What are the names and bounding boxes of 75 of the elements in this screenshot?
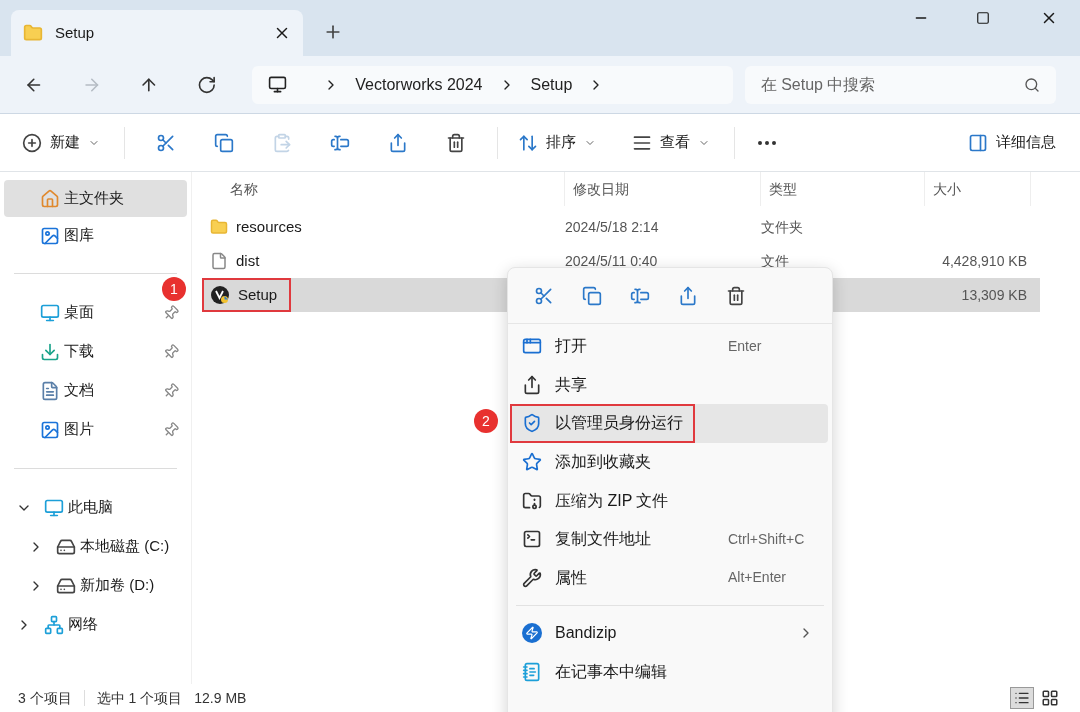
picture-icon (40, 225, 60, 246)
tab[interactable]: Setup (11, 10, 303, 56)
type-cell-text: 文件夹 (761, 217, 804, 237)
tree-item[interactable]: 新加卷 (D:) (0, 566, 191, 605)
file-name: Setup (238, 284, 278, 305)
breadcrumb-item[interactable]: Vectorworks 2024 (355, 72, 483, 97)
folder-icon (23, 23, 43, 43)
desktop-icon (40, 302, 60, 323)
size-cell-text: 13,309 KB (960, 285, 1028, 305)
file-name: resources (236, 216, 302, 237)
share-icon[interactable] (388, 132, 408, 153)
date-cell-text: 2024/5/18 2:14 (565, 217, 660, 237)
plus-icon (22, 132, 42, 153)
sidebar-item[interactable]: 图片 (4, 411, 187, 448)
file-name: dist (236, 250, 260, 271)
step-marker: 1 (162, 277, 186, 301)
path-icon (522, 529, 542, 550)
size-cell-text: 4,428,910 KB (941, 251, 1028, 271)
date-cell-text: 2024/5/11 0:40 (565, 251, 659, 271)
sidebar-item[interactable]: 下载 (4, 333, 187, 370)
computer-icon (268, 75, 288, 94)
file-icon (210, 252, 228, 270)
monitor-icon (44, 497, 64, 518)
new-button[interactable]: 新建 (22, 131, 112, 154)
sidebar-item[interactable]: 主文件夹 (4, 180, 187, 217)
selection-size: 12.9 MB (194, 688, 247, 708)
wrench-icon (522, 567, 542, 588)
window-icon (522, 336, 542, 357)
search-field[interactable]: 在 Setup 中搜索 (744, 65, 1056, 104)
copy-icon[interactable] (214, 132, 234, 153)
column-header[interactable]: 修改日期 (565, 172, 761, 206)
folder-icon (210, 218, 228, 236)
list-view-icon[interactable] (1010, 687, 1034, 709)
trash-icon[interactable] (446, 132, 466, 153)
item-count: 3 个项目 (18, 688, 72, 708)
tree-item[interactable]: 网络 (0, 605, 191, 644)
picture-icon (40, 419, 60, 440)
trash-icon[interactable] (726, 285, 746, 306)
share-icon[interactable] (678, 285, 698, 306)
shield-icon (522, 413, 542, 434)
scissors-icon[interactable] (534, 285, 554, 306)
house-icon (40, 188, 60, 209)
column-header[interactable]: 名称 (192, 172, 565, 206)
share-icon (522, 374, 542, 395)
download-icon (40, 341, 60, 362)
view-button[interactable]: 查看 (624, 131, 718, 154)
copy-icon[interactable] (582, 285, 602, 306)
app-icon (210, 285, 230, 305)
tree-item[interactable]: 本地磁盘 (C:) (0, 527, 191, 566)
document-icon (40, 380, 60, 401)
search-icon (1024, 76, 1040, 93)
panel-icon (968, 132, 988, 153)
shortcut-label: Enter (728, 336, 763, 356)
column-header[interactable]: 类型 (761, 172, 925, 206)
shortcut-label: Ctrl+Shift+C (728, 529, 806, 549)
refresh-icon[interactable] (196, 74, 217, 95)
column-header[interactable]: 大小 (925, 172, 1031, 206)
file-row[interactable]: resources 2024/5/18 2:14 文件夹 (202, 210, 1040, 244)
sidebar-item[interactable]: 图库 (4, 217, 187, 254)
address-bar[interactable]: Vectorworks 2024 Setup (252, 65, 733, 104)
scissors-icon[interactable] (156, 132, 176, 153)
details-button[interactable]: 详细信息 (968, 131, 1056, 154)
bolt-icon (522, 623, 542, 644)
step-marker: 2 (474, 409, 498, 434)
sort-button[interactable]: 排序 (510, 131, 604, 154)
star-icon (522, 452, 542, 473)
shortcut-label: Alt+Enter (728, 568, 787, 588)
tab-title: Setup (55, 22, 96, 43)
network-icon (44, 614, 64, 635)
archive-icon (522, 490, 542, 511)
sidebar-item[interactable]: 文档 (4, 372, 187, 409)
notepad-icon (522, 662, 542, 683)
selection-info: 选中 1 个项目 (96, 688, 183, 708)
breadcrumb-item[interactable]: Setup (530, 72, 573, 97)
tree-item[interactable]: 此电脑 (0, 488, 191, 527)
